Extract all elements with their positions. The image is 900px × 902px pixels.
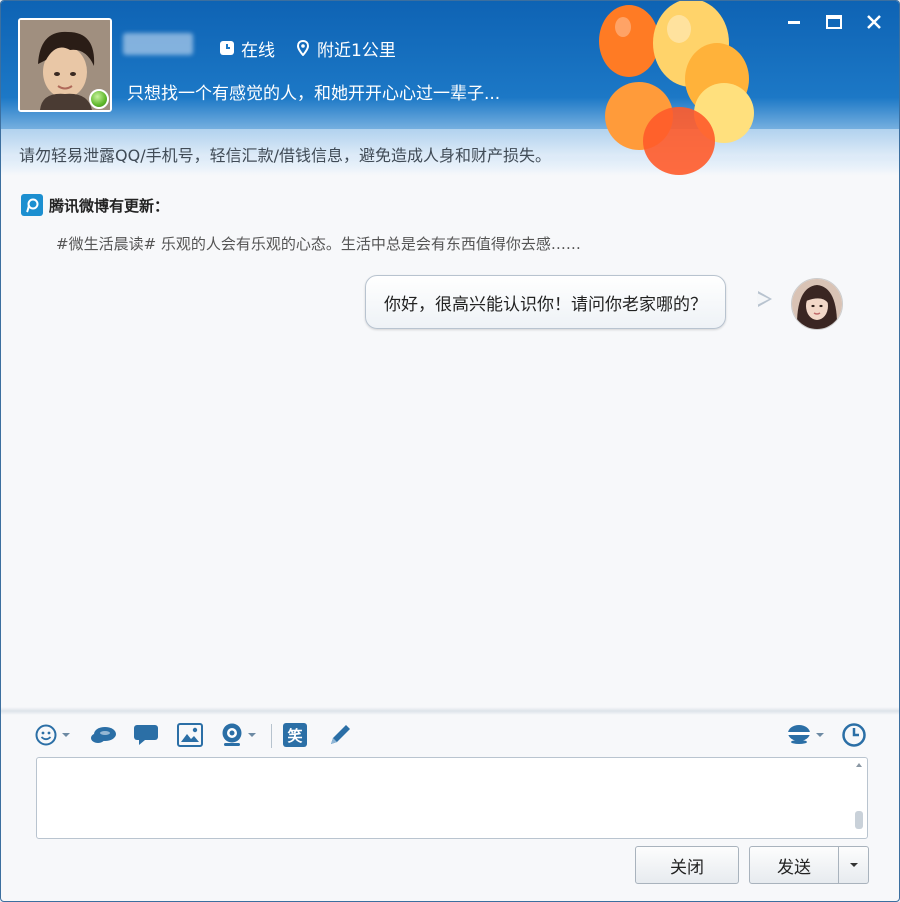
window-controls <box>783 11 885 33</box>
emoji-dropdown-icon <box>62 733 70 737</box>
maximize-button[interactable] <box>823 11 845 33</box>
location-pin-icon <box>296 40 310 56</box>
close-button[interactable] <box>863 11 885 33</box>
magic-expression-icon <box>91 727 116 743</box>
webcam-button[interactable] <box>219 720 257 750</box>
send-button[interactable]: 发送 <box>750 847 839 883</box>
online-status-text: 在线 <box>241 40 275 61</box>
input-toolbar: 笑 <box>35 720 873 750</box>
weibo-update-text[interactable]: #微生活晨读# 乐观的人会有乐观的心态。生活中总是会有东西值得你去感…… <box>56 233 581 254</box>
input-scrollbar[interactable] <box>853 761 865 833</box>
voice-call-icon <box>788 725 810 744</box>
voice-call-dropdown-icon <box>816 733 824 737</box>
magic-expression-button[interactable] <box>89 720 119 750</box>
screenshot-icon <box>177 723 203 747</box>
chat-bubble-button[interactable] <box>133 720 159 750</box>
security-warning: 请勿轻易泄露QQ/手机号，轻信汇款/借钱信息，避免造成人身和财产损失。 <box>19 146 551 165</box>
close-chat-button[interactable]: 关闭 <box>635 846 739 884</box>
weibo-update-header: 腾讯微博有更新： <box>21 194 169 216</box>
close-chat-label: 关闭 <box>670 857 704 878</box>
funny-text-label: 笑 <box>287 726 303 745</box>
scroll-up-icon <box>856 763 862 767</box>
emoji-button[interactable] <box>35 720 71 750</box>
doodle-pen-icon <box>331 725 350 744</box>
status-clock-icon <box>220 41 234 55</box>
screenshot-button[interactable] <box>177 720 203 750</box>
minimize-button[interactable] <box>783 11 805 33</box>
send-options-button[interactable] <box>839 847 868 883</box>
balloons-decoration <box>599 1 754 175</box>
history-button[interactable] <box>841 720 867 750</box>
contact-nickname-blurred <box>123 33 193 55</box>
voice-call-button[interactable] <box>785 720 825 750</box>
maximize-icon <box>826 15 842 29</box>
tencent-weibo-icon[interactable] <box>21 194 43 216</box>
message-input-text <box>37 758 867 770</box>
contact-status-bar: 在线 附近1公里 <box>219 35 396 61</box>
toolbar-separator <box>271 724 272 748</box>
message-input[interactable] <box>36 757 868 839</box>
distance-text: 附近1公里 <box>317 40 396 61</box>
contact-signature: 只想找一个有感觉的人，和她开开心心过一辈子... <box>127 84 501 104</box>
message-bubble: 你好，很高兴能认识你！请问你老家哪的？ <box>365 275 726 329</box>
webcam-dropdown-icon <box>248 733 256 737</box>
send-label: 发送 <box>777 857 811 878</box>
message-text: 你好，很高兴能认识你！请问你老家哪的？ <box>384 294 707 315</box>
close-icon <box>867 15 881 29</box>
input-divider <box>1 707 899 715</box>
history-icon <box>842 723 866 747</box>
funny-text-icon: 笑 <box>283 723 307 747</box>
scroll-thumb[interactable] <box>855 811 863 829</box>
send-button-group: 发送 <box>749 846 869 884</box>
funny-text-button[interactable]: 笑 <box>283 720 307 750</box>
chat-bubble-icon <box>134 725 158 745</box>
bubble-tail-inner <box>757 293 769 305</box>
chevron-down-icon <box>849 863 858 867</box>
weibo-update-title: 腾讯微博有更新： <box>49 196 170 215</box>
emoji-icon <box>35 724 57 746</box>
my-avatar[interactable] <box>791 278 843 330</box>
webcam-icon <box>222 723 242 746</box>
online-status-icon <box>89 89 109 109</box>
doodle-button[interactable] <box>327 720 353 750</box>
chat-window: 在线 附近1公里 只想找一个有感觉的人，和她开开心心过一辈子... 请勿轻易泄露… <box>0 0 900 902</box>
minimize-icon <box>788 21 800 24</box>
